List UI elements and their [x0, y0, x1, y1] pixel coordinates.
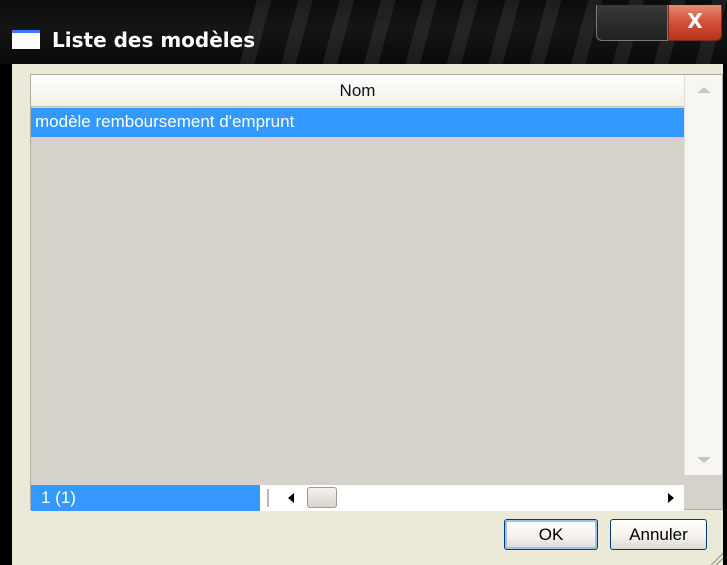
record-counter: 1 (1)	[31, 485, 260, 511]
column-header-nom[interactable]: Nom	[31, 75, 684, 107]
resize-grip-icon[interactable]	[709, 551, 723, 565]
scroll-down-icon[interactable]	[697, 457, 711, 463]
models-grid: Nom modèle remboursement d'emprunt 1 (1)	[30, 74, 723, 511]
table-row-selected[interactable]: modèle remboursement d'emprunt	[31, 108, 684, 137]
close-button[interactable]: X	[668, 5, 722, 41]
horizontal-scrollbar[interactable]	[260, 485, 684, 511]
scroll-thumb[interactable]	[307, 487, 337, 508]
window-title: Liste des modèles	[52, 28, 256, 52]
vertical-scrollbar[interactable]	[684, 75, 722, 475]
scroll-right-icon[interactable]	[668, 493, 674, 503]
scroll-up-icon[interactable]	[697, 87, 711, 93]
scrollbar-divider	[267, 489, 269, 507]
scroll-left-icon[interactable]	[288, 493, 294, 503]
dialog-window: Liste des modèles X Nom modèle rembourse…	[0, 0, 727, 565]
cancel-button[interactable]: Annuler	[610, 519, 707, 550]
dialog-body: Nom modèle remboursement d'emprunt 1 (1)…	[12, 64, 723, 565]
close-icon: X	[687, 9, 703, 33]
minimize-button[interactable]	[596, 5, 668, 41]
ok-button[interactable]: OK	[504, 519, 598, 550]
window-icon	[12, 30, 40, 49]
title-bar[interactable]: Liste des modèles X	[0, 0, 727, 64]
